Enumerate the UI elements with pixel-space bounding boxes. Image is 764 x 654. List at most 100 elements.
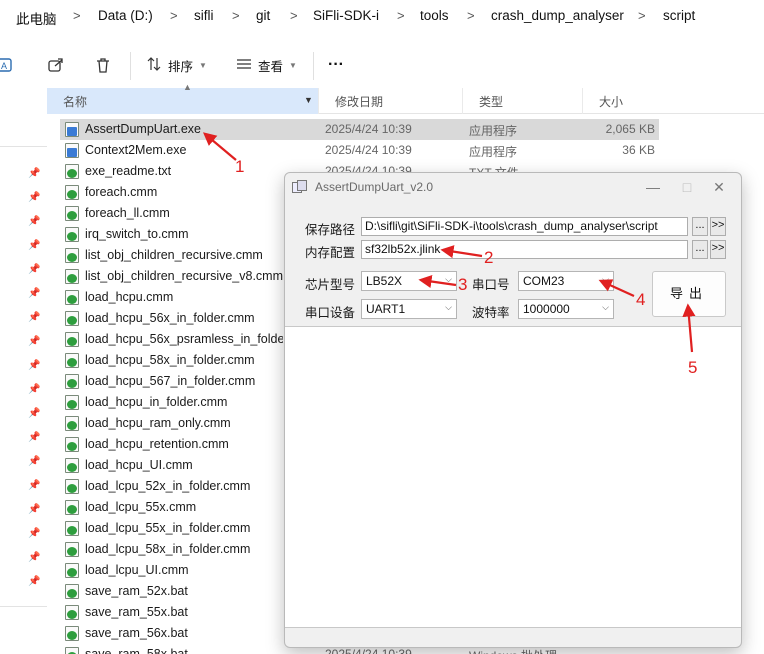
chip-model-select[interactable]: LB52X ⌵ bbox=[361, 271, 457, 291]
column-header-type[interactable]: 类型 bbox=[463, 88, 583, 114]
file-name: list_obj_children_recursive_v8.cmm bbox=[85, 269, 283, 283]
column-header-size-label: 大小 bbox=[599, 94, 624, 109]
file-name: load_lcpu_UI.cmm bbox=[85, 563, 189, 577]
chevron-down-icon: ⌵ bbox=[445, 302, 452, 312]
breadcrumb-item-this-pc[interactable]: 此电脑 bbox=[16, 8, 57, 28]
open-save-path-button[interactable]: >> bbox=[710, 217, 726, 236]
breadcrumb-separator: > bbox=[397, 8, 405, 23]
baud-rate-select[interactable]: 1000000 ⌵ bbox=[518, 299, 614, 319]
breadcrumb-item-crash-dump-analyser[interactable]: crash_dump_analyser bbox=[491, 8, 624, 23]
file-name: load_lcpu_52x_in_folder.cmm bbox=[85, 479, 251, 493]
cmm-file-icon bbox=[65, 185, 79, 200]
output-log-area[interactable] bbox=[285, 326, 741, 628]
file-type: 应用程序 bbox=[469, 124, 518, 138]
command-bar: A 排序 ▼ 查看 ▼ ··· bbox=[0, 44, 764, 86]
share-icon[interactable] bbox=[45, 54, 67, 76]
pin-icon[interactable]: 📌 bbox=[28, 504, 40, 516]
sort-ascending-icon: ▲ bbox=[183, 82, 192, 92]
pin-icon[interactable]: 📌 bbox=[28, 384, 40, 396]
toolbar-divider bbox=[130, 52, 131, 80]
serial-port-select[interactable]: COM23 ⌵ bbox=[518, 271, 614, 291]
pin-icon[interactable]: 📌 bbox=[28, 288, 40, 300]
more-options-button[interactable]: ··· bbox=[328, 54, 344, 76]
breadcrumb-item-git[interactable]: git bbox=[256, 8, 270, 23]
cmm-file-icon bbox=[65, 227, 79, 242]
file-name: Context2Mem.exe bbox=[85, 143, 187, 157]
open-mem-config-button[interactable]: >> bbox=[710, 240, 726, 259]
save-path-field[interactable]: D:\sifli\git\SiFli-SDK-i\tools\crash_dum… bbox=[361, 217, 688, 236]
pin-icon[interactable]: 📌 bbox=[28, 168, 40, 180]
pin-icon[interactable]: 📌 bbox=[28, 312, 40, 324]
sort-button[interactable]: 排序 ▼ bbox=[146, 54, 207, 76]
breadcrumb-item-tools[interactable]: tools bbox=[420, 8, 449, 23]
pin-icon[interactable]: 📌 bbox=[28, 264, 40, 276]
cmm-file-icon bbox=[65, 353, 79, 368]
pin-icon[interactable]: 📌 bbox=[28, 576, 40, 588]
delete-icon[interactable] bbox=[92, 54, 114, 76]
cmm-file-icon bbox=[65, 542, 79, 557]
file-name: foreach.cmm bbox=[85, 185, 158, 199]
pin-icon[interactable]: 📌 bbox=[28, 216, 40, 228]
pin-icon[interactable]: 📌 bbox=[28, 336, 40, 348]
file-name: load_hcpu_retention.cmm bbox=[85, 437, 229, 451]
close-button[interactable]: ✕ bbox=[704, 176, 734, 198]
mem-config-label: 内存配置 bbox=[305, 246, 356, 260]
pin-icon[interactable]: 📌 bbox=[28, 552, 40, 564]
chevron-down-icon[interactable]: ▼ bbox=[304, 95, 313, 105]
pin-icon[interactable]: 📌 bbox=[28, 408, 40, 420]
chevron-down-icon: ▼ bbox=[289, 60, 297, 70]
view-button[interactable]: 查看 ▼ bbox=[236, 54, 297, 76]
exe-file-icon bbox=[65, 122, 79, 137]
file-name: load_lcpu_55x_in_folder.cmm bbox=[85, 521, 251, 535]
pin-icon[interactable]: 📌 bbox=[28, 192, 40, 204]
ai-rename-icon[interactable]: A bbox=[0, 54, 16, 76]
minimize-button[interactable]: — bbox=[638, 176, 668, 198]
assert-dump-dialog: AssertDumpUart_v2.0 — □ ✕ 保存路径 D:\sifli\… bbox=[284, 172, 742, 648]
column-header-name[interactable]: 名称 ▲ ▼ bbox=[47, 82, 319, 114]
browse-mem-config-button[interactable]: ... bbox=[692, 240, 708, 259]
breadcrumb-item-script[interactable]: script bbox=[663, 8, 695, 23]
pin-icon[interactable]: 📌 bbox=[28, 240, 40, 252]
nav-divider bbox=[0, 606, 47, 607]
file-name: save_ram_58x.bat bbox=[85, 647, 188, 654]
breadcrumb: 此电脑 > Data (D:) > sifli > git > SiFli-SD… bbox=[0, 0, 764, 33]
nav-divider bbox=[0, 146, 47, 147]
pin-icon[interactable]: 📌 bbox=[28, 528, 40, 540]
sort-icon bbox=[146, 56, 162, 75]
view-label: 查看 bbox=[258, 59, 284, 74]
view-icon bbox=[236, 56, 252, 75]
chip-model-label: 芯片型号 bbox=[305, 278, 356, 292]
chevron-down-icon: ⌵ bbox=[602, 302, 609, 312]
breadcrumb-item-sifli[interactable]: sifli bbox=[194, 8, 214, 23]
file-row[interactable]: AssertDumpUart.exe 2025/4/24 10:39 应用程序 2,0… bbox=[60, 119, 659, 140]
browse-save-path-button[interactable]: ... bbox=[692, 217, 708, 236]
dialog-titlebar[interactable]: AssertDumpUart_v2.0 — □ ✕ bbox=[285, 173, 741, 201]
pin-icon[interactable]: 📌 bbox=[28, 360, 40, 372]
cmm-file-icon bbox=[65, 416, 79, 431]
cmm-file-icon bbox=[65, 311, 79, 326]
breadcrumb-separator: > bbox=[290, 8, 298, 23]
file-name: save_ram_52x.bat bbox=[85, 584, 188, 598]
cmm-file-icon bbox=[65, 290, 79, 305]
serial-device-select[interactable]: UART1 ⌵ bbox=[361, 299, 457, 319]
file-name: load_hcpu_ram_only.cmm bbox=[85, 416, 231, 430]
serial-device-label: 串口设备 bbox=[305, 306, 356, 320]
pin-icon[interactable]: 📌 bbox=[28, 480, 40, 492]
breadcrumb-item-data-drive[interactable]: Data (D:) bbox=[98, 8, 153, 23]
column-header-size[interactable]: 大小 bbox=[583, 88, 764, 114]
file-row[interactable]: Context2Mem.exe 2025/4/24 10:39 应用程序 36 KB bbox=[60, 140, 660, 161]
breadcrumb-item-sifli-sdk[interactable]: SiFli-SDK-i bbox=[313, 8, 379, 23]
pin-icon[interactable]: 📌 bbox=[28, 432, 40, 444]
mem-config-field[interactable]: sf32lb52x.jlink bbox=[361, 240, 688, 259]
cmm-file-icon bbox=[65, 248, 79, 263]
column-header-date[interactable]: 修改日期 bbox=[319, 88, 463, 114]
cmm-file-icon bbox=[65, 332, 79, 347]
cmm-file-icon bbox=[65, 521, 79, 536]
pin-icon[interactable]: 📌 bbox=[28, 456, 40, 468]
file-name: load_hcpu_567_in_folder.cmm bbox=[85, 374, 256, 388]
sort-label: 排序 bbox=[168, 59, 194, 74]
file-name: AssertDumpUart.exe bbox=[85, 122, 202, 136]
maximize-button[interactable]: □ bbox=[672, 176, 702, 198]
exe-file-icon bbox=[65, 143, 79, 158]
export-button[interactable]: 导出 bbox=[652, 271, 726, 317]
